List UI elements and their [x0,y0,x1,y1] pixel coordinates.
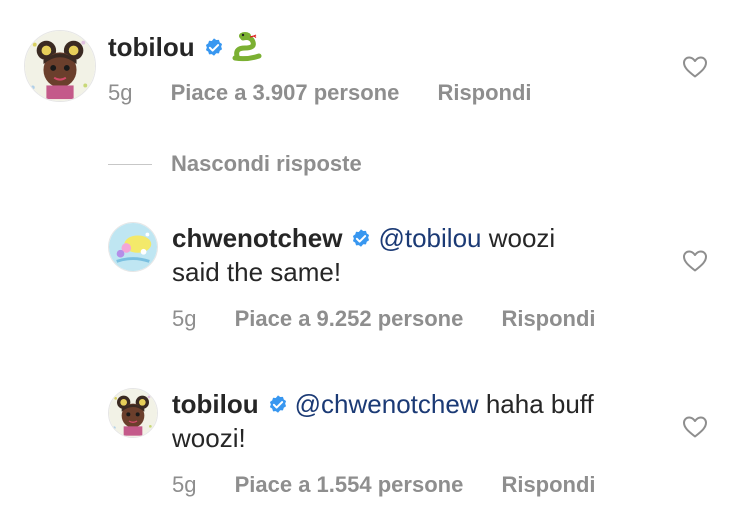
hide-replies-label[interactable]: Nascondi risposte [171,150,362,178]
comment-meta: 5g Piace a 3.907 persone Rispondi [108,79,532,107]
likes-count-link[interactable]: Piace a 3.907 persone [171,79,400,107]
mention-link[interactable]: @tobilou [378,223,481,253]
heart-icon [683,250,707,272]
snake-icon [231,30,265,62]
likes-count-link[interactable]: Piace a 9.252 persone [235,305,464,333]
like-button[interactable] [682,249,708,273]
comment-time: 5g [172,472,197,497]
comment-text: chwenotchew @tobilou woozi [172,222,555,254]
illustrated-girl-avatar-icon [25,31,95,101]
comment-tobilou: tobilou 5g Piace a 3.907 persone Rispond… [0,0,750,140]
illustrated-flowers-avatar-icon [109,223,157,271]
heart-icon [683,56,707,78]
avatar[interactable] [108,222,158,272]
avatar[interactable] [24,30,96,102]
like-button[interactable] [682,55,708,79]
verified-badge-icon [203,37,225,59]
reply-button[interactable]: Rispondi [501,471,595,499]
verified-badge-icon [350,228,372,250]
comment-meta: 5g Piace a 1.554 persone Rispondi [172,471,596,499]
username[interactable]: tobilou [108,32,195,62]
mention-link[interactable]: @chwenotchew [295,389,479,419]
comment-time: 5g [172,306,197,331]
reply-button[interactable]: Rispondi [501,305,595,333]
verified-badge-icon [267,394,289,416]
comment-body: woozi [488,223,556,253]
username[interactable]: chwenotchew [172,223,342,253]
reply-button[interactable]: Rispondi [437,79,531,107]
like-button[interactable] [682,415,708,439]
avatar[interactable] [108,388,158,438]
username[interactable]: tobilou [172,389,259,419]
comment-time: 5g [108,80,133,105]
comment-text-continued: said the same! [172,257,342,287]
heart-icon [683,416,707,438]
illustrated-girl-avatar-icon [109,389,157,437]
comment-meta: 5g Piace a 9.252 persone Rispondi [172,305,596,333]
comment-body: haha buff [485,389,594,419]
comment-text: tobilou @chwenotchew haha buff [172,388,594,420]
likes-count-link[interactable]: Piace a 1.554 persone [235,471,464,499]
comment-text: tobilou [108,30,265,63]
divider [108,164,152,165]
comment-text-continued: woozi! [172,423,246,453]
